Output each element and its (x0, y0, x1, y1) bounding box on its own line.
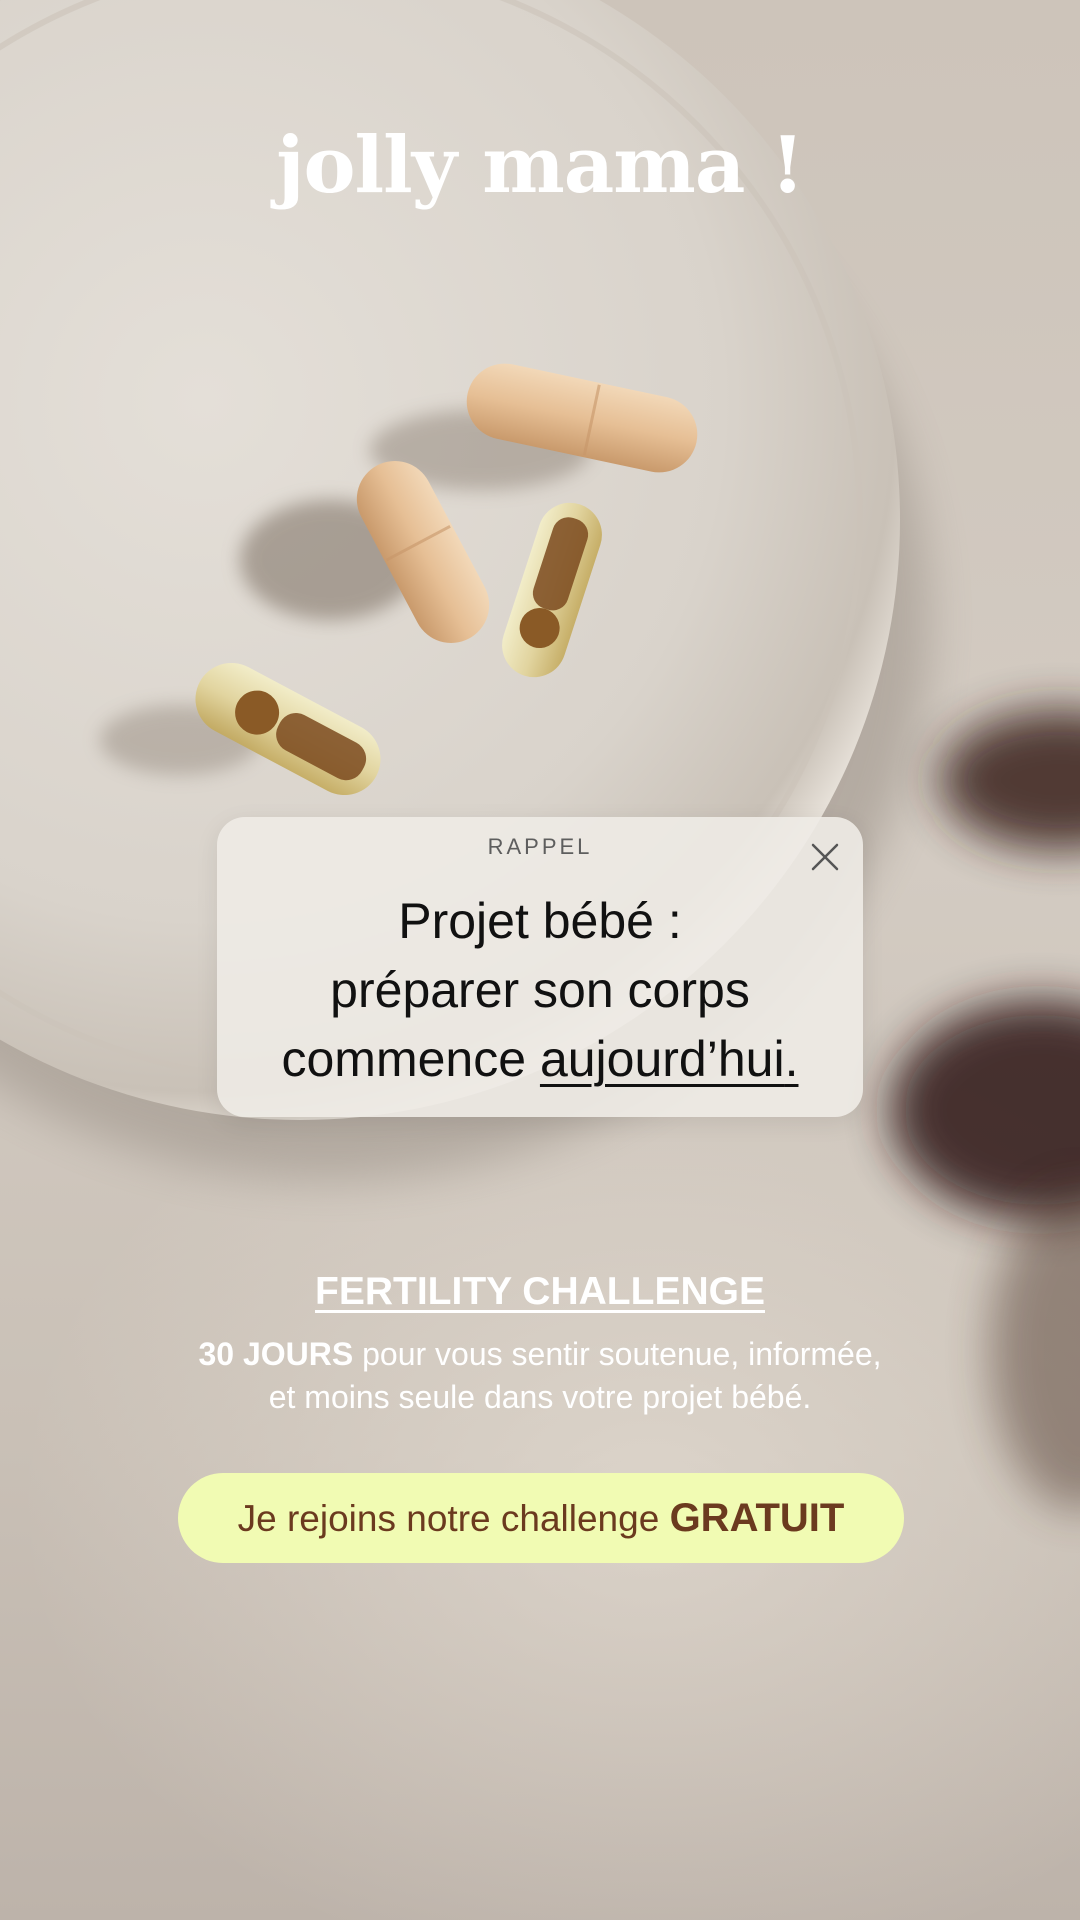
reminder-card: RAPPEL Projet bébé : préparer son corps … (217, 817, 863, 1117)
reminder-label: RAPPEL (487, 834, 593, 859)
cta-label: Je rejoins notre challenge (237, 1498, 660, 1539)
reminder-heading-line3-start: commence (281, 1031, 527, 1087)
reminder-heading-emphasis: aujourd’hui. (539, 1031, 799, 1087)
close-icon (811, 843, 839, 871)
challenge-description: 30 JOURS pour vous sentir soutenue, info… (0, 1333, 1080, 1419)
join-challenge-button[interactable]: Je rejoins notre challenge GRATUIT (178, 1473, 904, 1563)
reminder-heading-line1: Projet bébé : (398, 893, 682, 949)
brand-logo: jolly mama ! (276, 120, 805, 211)
reminder-heading-line2: préparer son corps (330, 962, 750, 1018)
challenge-desc-line2: et moins seule dans votre projet bébé. (268, 1379, 812, 1415)
close-button[interactable] (805, 837, 845, 877)
challenge-title[interactable]: FERTILITY CHALLENGE (0, 1270, 1080, 1314)
cta-label-free: GRATUIT (669, 1496, 845, 1540)
challenge-duration: 30 JOURS (198, 1336, 354, 1372)
challenge-desc-line1: pour vous sentir soutenue, informée, (362, 1336, 882, 1372)
reminder-heading: Projet bébé : préparer son corps commenc… (217, 887, 863, 1094)
